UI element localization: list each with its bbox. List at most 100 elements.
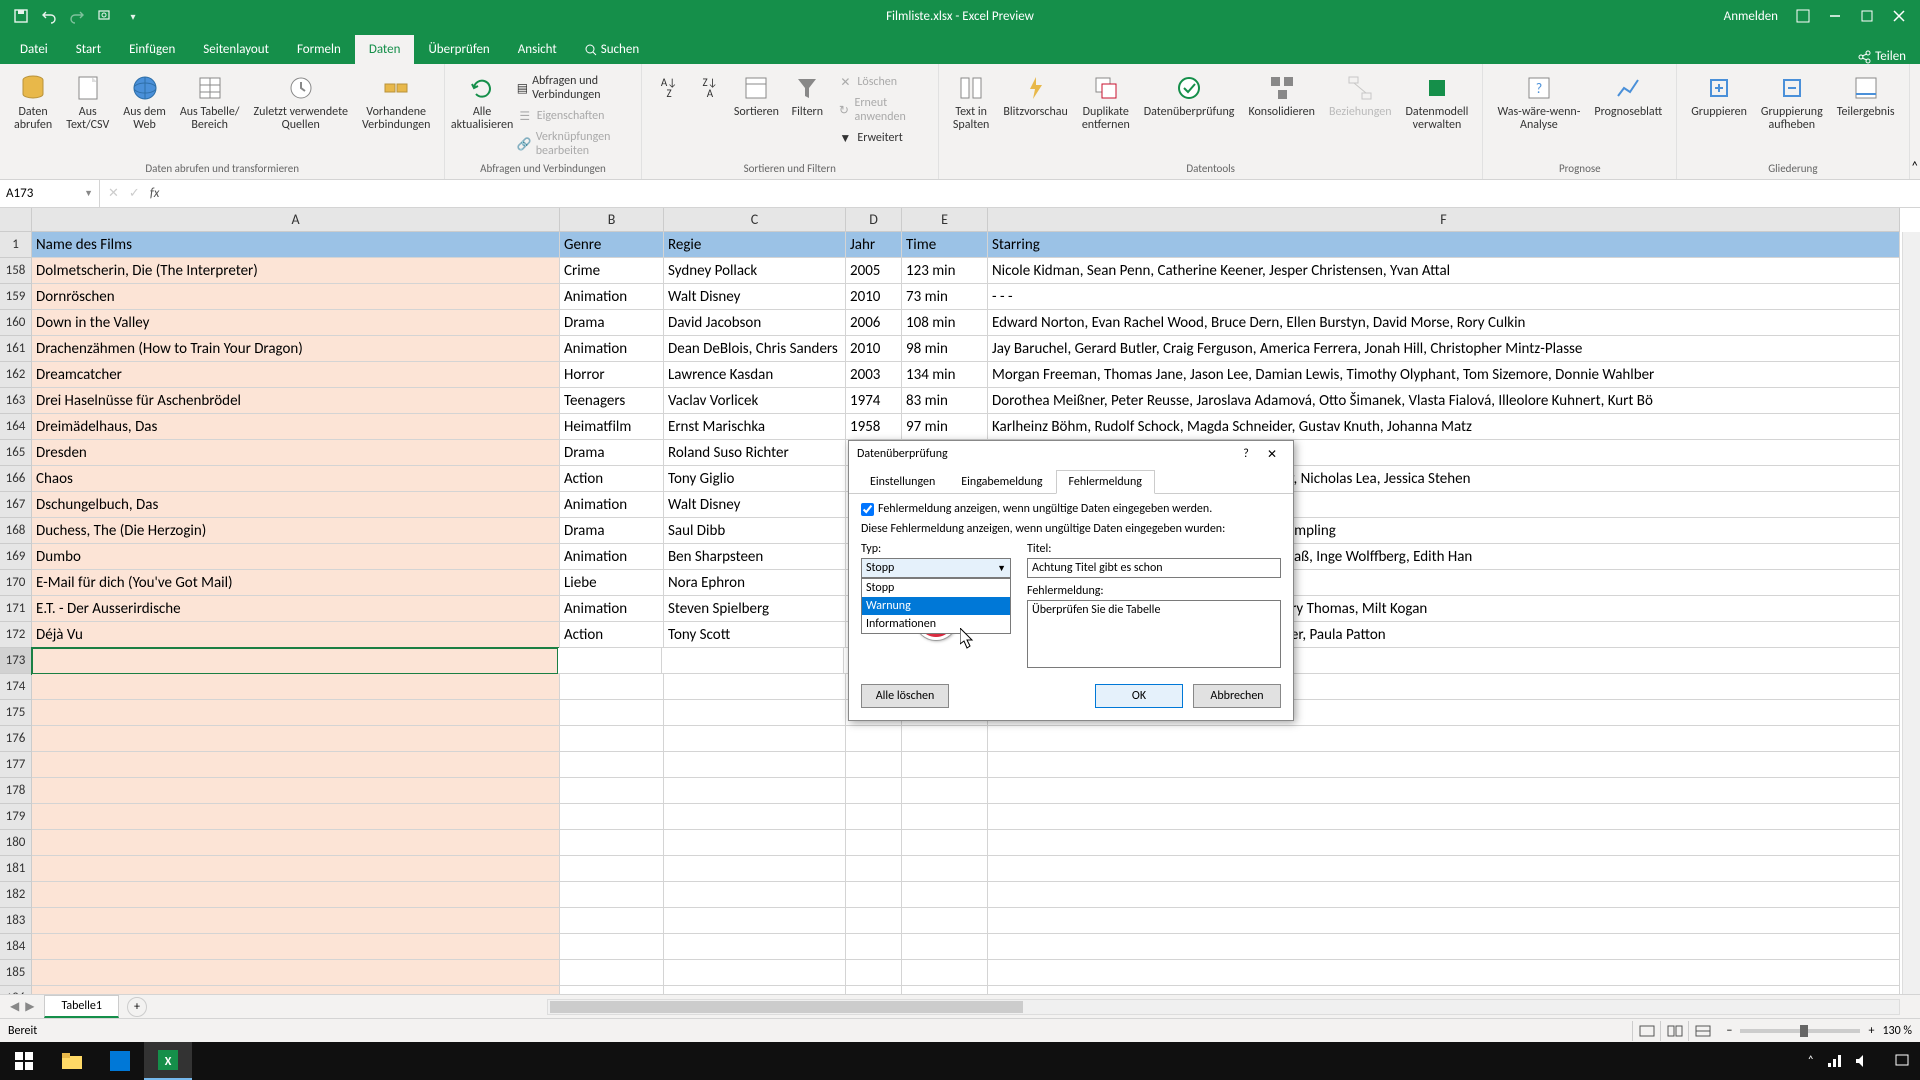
cell[interactable] bbox=[988, 908, 1900, 934]
row-header[interactable]: 181 bbox=[0, 856, 32, 882]
cell[interactable]: Saul Dibb bbox=[664, 518, 846, 544]
clear-filter-button[interactable]: ✕Löschen bbox=[833, 72, 930, 92]
row-header[interactable]: 184 bbox=[0, 934, 32, 960]
cell[interactable] bbox=[662, 648, 844, 674]
tab-daten[interactable]: Daten bbox=[355, 35, 415, 64]
cell[interactable] bbox=[560, 856, 664, 882]
cell[interactable]: Drama bbox=[560, 440, 664, 466]
taskbar-app-icon[interactable] bbox=[96, 1042, 144, 1080]
cell[interactable] bbox=[846, 934, 902, 960]
tab-datei[interactable]: Datei bbox=[6, 35, 62, 64]
col-header-b[interactable]: B bbox=[560, 208, 664, 232]
dialog-tab-input[interactable]: Eingabemeldung bbox=[948, 470, 1055, 494]
cell[interactable] bbox=[988, 934, 1900, 960]
cell[interactable]: E.T. - Der Ausserirdische bbox=[32, 596, 560, 622]
taskbar-explorer-icon[interactable] bbox=[48, 1042, 96, 1080]
cell[interactable]: Dreamcatcher bbox=[32, 362, 560, 388]
daten-abrufen-button[interactable]: Daten abrufen bbox=[8, 68, 58, 136]
sheet-tab[interactable]: Tabelle1 bbox=[44, 995, 119, 1018]
minimize-icon[interactable] bbox=[1828, 9, 1842, 23]
cell[interactable] bbox=[988, 830, 1900, 856]
group-button[interactable]: Gruppieren bbox=[1685, 68, 1753, 123]
cell[interactable]: Karlheinz Böhm, Rudolf Schock, Magda Sch… bbox=[988, 414, 1900, 440]
cell[interactable]: Dumbo bbox=[32, 544, 560, 570]
cell[interactable] bbox=[560, 908, 664, 934]
row-header[interactable]: 177 bbox=[0, 752, 32, 778]
cell[interactable]: 83 min bbox=[902, 388, 988, 414]
refresh-all-button[interactable]: Alle aktualisieren bbox=[453, 68, 510, 136]
cell[interactable]: Walt Disney bbox=[664, 492, 846, 518]
cell[interactable]: Dornröschen bbox=[32, 284, 560, 310]
cell[interactable] bbox=[846, 908, 902, 934]
cell[interactable] bbox=[902, 830, 988, 856]
cell[interactable] bbox=[560, 804, 664, 830]
col-header-f[interactable]: F bbox=[988, 208, 1900, 232]
text-csv-button[interactable]: Aus Text/CSV bbox=[60, 68, 115, 136]
cell[interactable]: Genre bbox=[560, 232, 664, 258]
cell[interactable]: Action bbox=[560, 466, 664, 492]
cell[interactable]: 1958 bbox=[846, 414, 902, 440]
cancel-formula-icon[interactable]: ✕ bbox=[108, 186, 119, 201]
typ-option-stopp[interactable]: Stopp bbox=[862, 579, 1010, 597]
cell[interactable]: Time bbox=[902, 232, 988, 258]
flash-fill-button[interactable]: Blitzvorschau bbox=[997, 68, 1073, 123]
data-model-button[interactable]: Datenmodell verwalten bbox=[1400, 68, 1475, 136]
cell[interactable] bbox=[846, 882, 902, 908]
cell[interactable] bbox=[31, 647, 559, 675]
tab-start[interactable]: Start bbox=[62, 35, 115, 64]
cell[interactable] bbox=[846, 830, 902, 856]
cell[interactable]: Drei Haselnüsse für Aschenbrödel bbox=[32, 388, 560, 414]
edit-links-button[interactable]: 🔗Verknüpfungen bearbeiten bbox=[513, 128, 633, 160]
whatif-button[interactable]: ?Was-wäre-wenn- Analyse bbox=[1491, 68, 1586, 136]
cell[interactable]: Morgan Freeman, Thomas Jane, Jason Lee, … bbox=[988, 362, 1900, 388]
cell[interactable]: 2005 bbox=[846, 258, 902, 284]
cell[interactable]: 98 min bbox=[902, 336, 988, 362]
cell[interactable] bbox=[988, 856, 1900, 882]
ungroup-button[interactable]: Gruppierung aufheben bbox=[1755, 68, 1829, 136]
cell[interactable]: Animation bbox=[560, 492, 664, 518]
ribbon-display-icon[interactable] bbox=[1796, 9, 1810, 23]
row-header[interactable]: 180 bbox=[0, 830, 32, 856]
cell[interactable]: - - - bbox=[988, 284, 1900, 310]
cell[interactable]: Animation bbox=[560, 336, 664, 362]
share-button[interactable]: Teilen bbox=[1843, 49, 1920, 64]
cell[interactable] bbox=[988, 778, 1900, 804]
ok-button[interactable]: OK bbox=[1095, 684, 1183, 708]
properties-button[interactable]: ☰Eigenschaften bbox=[513, 106, 633, 126]
relationships-button[interactable]: Beziehungen bbox=[1323, 68, 1398, 123]
cell[interactable]: 2010 bbox=[846, 336, 902, 362]
cell[interactable] bbox=[664, 700, 846, 726]
cell[interactable]: Name des Films bbox=[32, 232, 560, 258]
autosave-icon[interactable] bbox=[12, 7, 30, 25]
cell[interactable] bbox=[664, 934, 846, 960]
row-header[interactable]: 185 bbox=[0, 960, 32, 986]
cell[interactable] bbox=[902, 934, 988, 960]
cell[interactable] bbox=[902, 778, 988, 804]
remove-dup-button[interactable]: Duplikate entfernen bbox=[1076, 68, 1136, 136]
cell[interactable]: Edward Norton, Evan Rachel Wood, Bruce D… bbox=[988, 310, 1900, 336]
cell[interactable] bbox=[560, 700, 664, 726]
cell[interactable]: Heimatfilm bbox=[560, 414, 664, 440]
advanced-filter-button[interactable]: ▼Erweitert bbox=[833, 128, 930, 148]
consolidate-button[interactable]: Konsolidieren bbox=[1242, 68, 1321, 123]
cell[interactable] bbox=[560, 882, 664, 908]
cell[interactable] bbox=[664, 830, 846, 856]
row-header[interactable]: 168 bbox=[0, 518, 32, 544]
cell[interactable] bbox=[902, 882, 988, 908]
row-header[interactable]: 165 bbox=[0, 440, 32, 466]
zoom-out-icon[interactable]: − bbox=[1726, 1024, 1732, 1038]
row-header[interactable]: 169 bbox=[0, 544, 32, 570]
row-header[interactable]: 175 bbox=[0, 700, 32, 726]
horizontal-scrollbar[interactable] bbox=[547, 999, 1900, 1015]
cell[interactable] bbox=[664, 960, 846, 986]
row-header[interactable]: 174 bbox=[0, 674, 32, 700]
row-header[interactable]: 172 bbox=[0, 622, 32, 648]
cell[interactable]: Animation bbox=[560, 544, 664, 570]
cell[interactable]: Jahr bbox=[846, 232, 902, 258]
cell[interactable]: Dolmetscherin, Die (The Interpreter) bbox=[32, 258, 560, 284]
fx-icon[interactable]: fx bbox=[150, 186, 160, 201]
cell[interactable]: Roland Suso Richter bbox=[664, 440, 846, 466]
zoom-level[interactable]: 130 % bbox=[1882, 1024, 1912, 1038]
signin-link[interactable]: Anmelden bbox=[1724, 9, 1778, 24]
col-header-c[interactable]: C bbox=[664, 208, 846, 232]
